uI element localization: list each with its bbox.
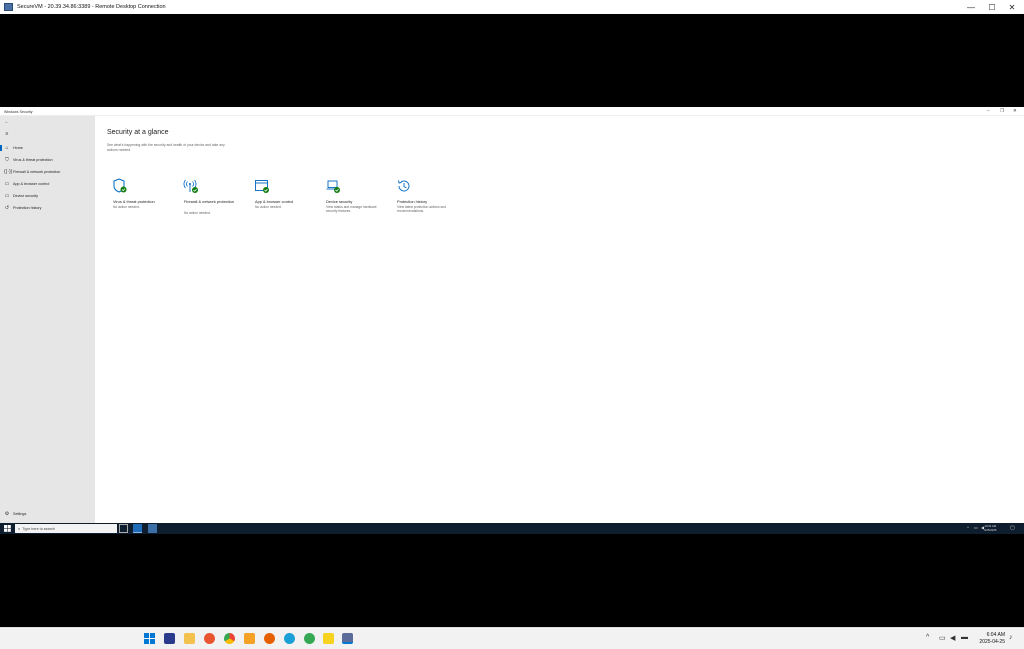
sidebar-item-label: Virus & threat protection [13, 158, 53, 162]
tray-chevron-icon[interactable]: ^ [967, 525, 969, 530]
network-icon[interactable]: ▭ [974, 525, 978, 530]
file-explorer-icon[interactable] [184, 633, 195, 644]
windows-start-icon[interactable] [144, 633, 155, 644]
sidebar-item-label: Firewall & network protection [13, 170, 61, 174]
app-icon[interactable] [204, 633, 215, 644]
tile-app-browser[interactable]: App & browser control No action needed. [249, 171, 315, 223]
main-content: Security at a glance See what's happenin… [95, 116, 1024, 523]
volume-icon[interactable]: ◀ [950, 634, 955, 642]
chrome-icon[interactable] [304, 633, 315, 644]
notification-bell-icon[interactable]: ♪ [1009, 634, 1013, 641]
history-icon: ↺ [4, 205, 10, 211]
app-titlebar: Windows Security – ❐ ✕ [0, 107, 1024, 116]
battery-icon[interactable]: ▬ [961, 634, 968, 641]
app-close-button[interactable]: ✕ [1013, 108, 1017, 114]
app-restore-button[interactable]: ❐ [1000, 108, 1004, 114]
remote-desktop-icon[interactable] [342, 633, 353, 644]
remote-search-box[interactable]: ⌕ Type here to search [15, 524, 117, 533]
sidebar-item-virus-threat[interactable]: ⛉ Virus & threat protection [0, 155, 95, 165]
rdp-minimize-button[interactable]: — [961, 0, 981, 14]
windows-security-taskbar-icon[interactable] [148, 524, 157, 533]
notification-icon[interactable]: ▢ [1010, 525, 1015, 531]
app-minimize-button[interactable]: – [987, 108, 990, 113]
sidebar: ← ≡ ⌂ Home ⛉ Virus & threat protection (… [0, 116, 95, 523]
home-icon: ⌂ [5, 145, 9, 151]
rdp-window-title: SecureVM - 20.39.34.86:3389 - Remote Des… [17, 4, 166, 10]
sidebar-item-app-browser[interactable]: ▭ App & browser control [0, 179, 95, 189]
tile-title: Firewall & network protection [184, 199, 234, 204]
edge-icon[interactable] [133, 524, 142, 533]
back-button[interactable]: ← [0, 117, 95, 127]
tile-description: View latest protection actions and recom… [397, 205, 447, 214]
history-icon [398, 180, 410, 192]
tile-status: No action needed. [113, 205, 140, 209]
sidebar-item-settings[interactable]: ⚙ Settings [0, 509, 95, 519]
remote-taskbar: ⌕ Type here to search ^ ▭ ◀ 10:04 AM 4/2… [0, 523, 1024, 534]
task-view-icon[interactable] [119, 524, 128, 533]
tile-firewall[interactable]: Firewall & network protection No action … [178, 171, 244, 223]
search-placeholder: Type here to search [22, 526, 55, 531]
tile-virus-threat[interactable]: Virus & threat protection No action need… [107, 171, 173, 223]
windows-security-window: Windows Security – ❐ ✕ ← ≡ ⌂ Home ⛉ Viru… [0, 107, 1024, 523]
search-icon: ⌕ [18, 526, 21, 531]
local-time: 6:04 AM [986, 632, 1005, 638]
page-subtitle: See what's happening with the security a… [107, 143, 225, 152]
windows-start-icon[interactable] [4, 525, 11, 532]
rdp-maximize-button[interactable]: ☐ [982, 0, 1002, 14]
laptop-icon: ▭ [4, 193, 10, 199]
sidebar-item-device-security[interactable]: ▭ Device security [0, 191, 95, 201]
page-title: Security at a glance [107, 129, 169, 136]
app-icon[interactable] [164, 633, 175, 644]
sidebar-item-label: Protection history [13, 206, 42, 210]
remote-desktop-icon [4, 3, 13, 11]
shield-icon [113, 178, 127, 193]
antenna-icon: ((·)) [4, 169, 13, 175]
chrome-icon[interactable] [224, 633, 235, 644]
back-arrow-icon: ← [4, 119, 10, 125]
tile-status: No action needed. [255, 205, 282, 209]
sidebar-item-home[interactable]: ⌂ Home [0, 143, 95, 153]
browser-icon [255, 180, 269, 193]
firefox-icon[interactable] [264, 633, 275, 644]
app-title: Windows Security [4, 109, 33, 114]
shield-icon: ⛉ [5, 157, 9, 163]
monitor-icon[interactable]: ▭ [939, 634, 946, 642]
edge-icon[interactable] [284, 633, 295, 644]
menu-button[interactable]: ≡ [0, 129, 95, 139]
sidebar-item-protection-history[interactable]: ↺ Protection history [0, 203, 95, 213]
sticky-notes-icon[interactable] [323, 633, 334, 644]
remote-clock[interactable]: 10:04 AM 4/25/2025 [984, 524, 996, 532]
sidebar-item-label: Settings [13, 512, 27, 516]
laptop-icon [326, 180, 340, 193]
sidebar-item-label: Home [13, 146, 23, 150]
tray-chevron-icon[interactable]: ^ [926, 634, 929, 641]
local-date: 2025-04-25 [979, 639, 1005, 645]
hamburger-icon: ≡ [5, 131, 9, 137]
local-taskbar: ^ ▭ ◀ ▬ 6:04 AM 2025-04-25 ♪ [0, 627, 1024, 649]
app-icon[interactable] [244, 633, 255, 644]
rdp-close-button[interactable]: ✕ [1002, 0, 1022, 14]
antenna-icon [183, 179, 198, 193]
remote-date: 4/25/2025 [984, 528, 997, 532]
local-clock[interactable]: 6:04 AM 2025-04-25 [975, 632, 1005, 646]
tile-device-security[interactable]: Device security View status and manage h… [320, 171, 386, 223]
sidebar-item-firewall[interactable]: ((·)) Firewall & network protection [0, 167, 95, 177]
tile-protection-history[interactable]: Protection history View latest protectio… [391, 171, 457, 223]
browser-icon: ▭ [4, 181, 10, 187]
tile-description: View status and manage hardware security… [326, 205, 377, 214]
rdp-titlebar: SecureVM - 20.39.34.86:3389 - Remote Des… [0, 0, 1024, 14]
sidebar-item-label: App & browser control [13, 182, 50, 186]
tile-status: No action needed. [184, 211, 211, 215]
gear-icon: ⚙ [4, 511, 10, 517]
sidebar-item-label: Device security [13, 194, 39, 198]
